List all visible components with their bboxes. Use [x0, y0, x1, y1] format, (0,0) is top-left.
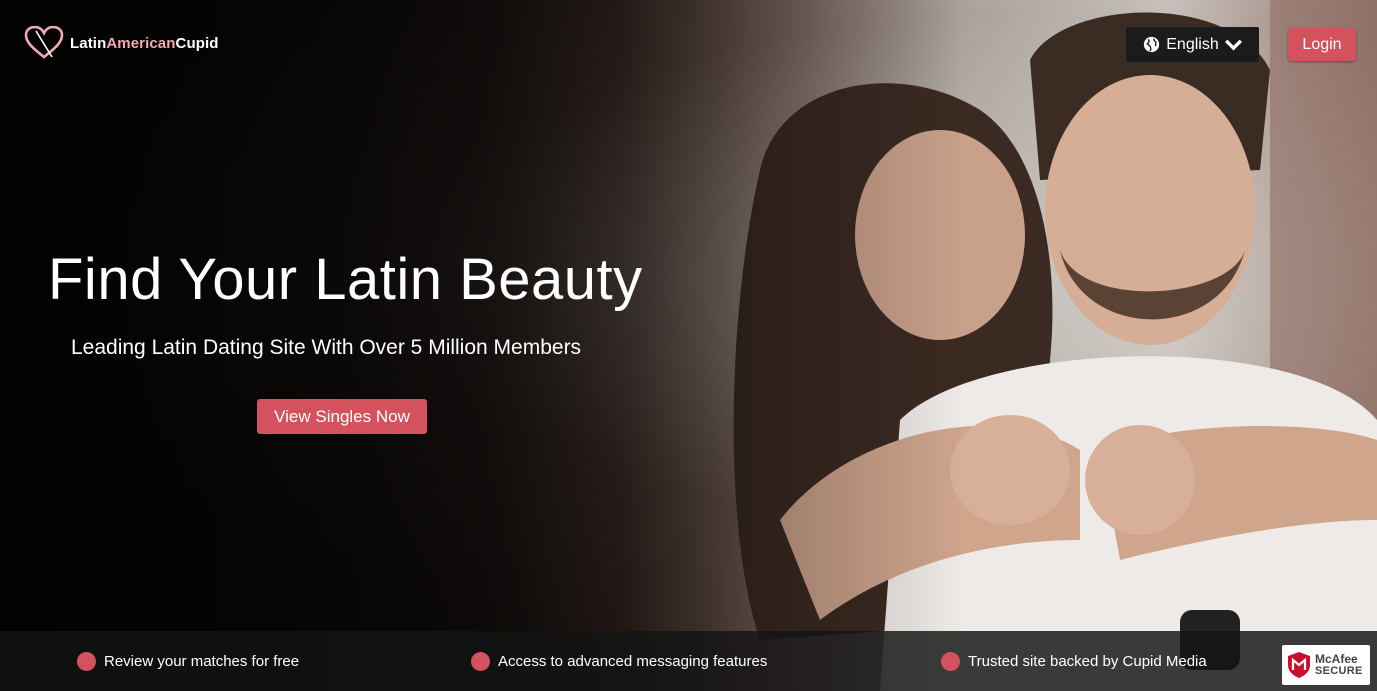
feature-label: Access to advanced messaging features — [498, 652, 768, 670]
hero-headline: Find Your Latin Beauty — [48, 247, 643, 312]
logo-text: LatinAmericanCupid — [70, 35, 219, 52]
bullet-dot-icon — [77, 651, 96, 671]
heart-logo-icon — [24, 26, 64, 59]
mcafee-brand: McAfee — [1315, 652, 1358, 666]
site-logo[interactable]: LatinAmericanCupid — [24, 26, 219, 60]
login-button[interactable]: Login — [1288, 28, 1356, 61]
feature-label: Trusted site backed by Cupid Media — [968, 652, 1207, 670]
logo-text-latin: Latin — [70, 34, 107, 52]
mcafee-shield-icon — [1288, 652, 1310, 678]
logo-text-american: American — [106, 34, 176, 52]
globe-icon — [1144, 36, 1160, 53]
mcafee-secure-badge[interactable]: McAfee SECURE — [1282, 645, 1370, 685]
view-singles-button[interactable]: View Singles Now — [257, 399, 427, 434]
language-label: English — [1166, 35, 1219, 53]
hero-subheadline: Leading Latin Dating Site With Over 5 Mi… — [71, 336, 582, 359]
feature-item: Trusted site backed by Cupid Media — [941, 631, 1207, 691]
logo-text-cupid: Cupid — [175, 34, 219, 52]
mcafee-text: McAfee SECURE — [1315, 653, 1363, 677]
bullet-dot-icon — [471, 651, 490, 671]
feature-item: Review your matches for free — [77, 631, 299, 691]
chevron-down-icon — [1224, 39, 1242, 51]
mcafee-secure-label: SECURE — [1315, 665, 1363, 677]
feature-item: Access to advanced messaging features — [471, 631, 767, 691]
language-selector[interactable]: English — [1126, 27, 1259, 62]
features-bar: Review your matches for free Access to a… — [0, 631, 1377, 691]
bullet-dot-icon — [941, 651, 960, 671]
feature-label: Review your matches for free — [104, 652, 300, 670]
